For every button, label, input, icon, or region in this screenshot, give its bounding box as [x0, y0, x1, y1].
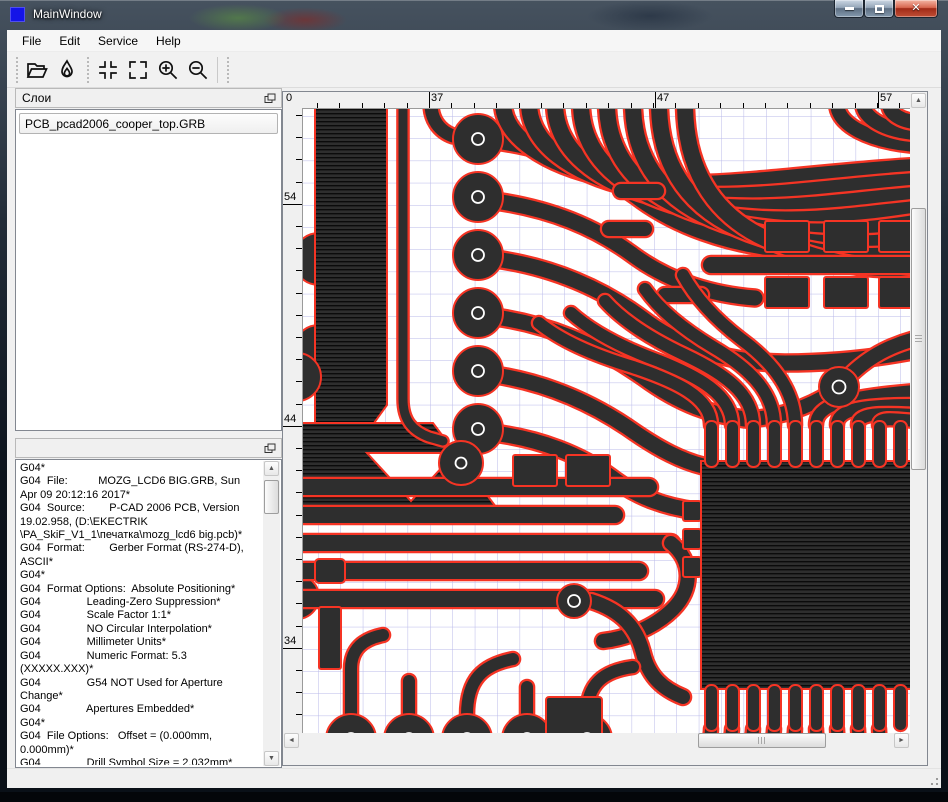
- scroll-up-arrow[interactable]: ▲: [264, 461, 279, 476]
- maximize-button[interactable]: [864, 0, 894, 18]
- status-bar: [7, 768, 941, 788]
- ruler-major-tick: [655, 92, 656, 108]
- scroll-down-arrow[interactable]: ▼: [264, 751, 279, 766]
- zoom-out-icon: [188, 60, 208, 79]
- ruler-label: 44: [284, 413, 297, 425]
- pcb-pad: [682, 556, 702, 578]
- layers-list[interactable]: PCB_pcad2006_cooper_top.GRB: [15, 109, 282, 431]
- close-icon: ✕: [911, 2, 921, 14]
- float-icon: [264, 443, 276, 453]
- maximize-icon: [874, 4, 884, 13]
- open-file-icon: [26, 62, 48, 78]
- menu-file[interactable]: File: [13, 31, 50, 51]
- pcb-pad: [318, 606, 342, 670]
- toolbar: [7, 52, 941, 88]
- scroll-left-arrow[interactable]: ◄: [284, 733, 299, 748]
- title-bar[interactable]: MainWindow ✕: [0, 0, 948, 30]
- pcb-pad: [452, 229, 504, 281]
- ruler-major-tick: [878, 92, 879, 108]
- pcb-pad: [682, 500, 702, 522]
- pcb-pour: [314, 109, 388, 442]
- scrollbar-thumb[interactable]: [264, 480, 279, 514]
- pcb-smd-pad: [878, 220, 910, 253]
- scroll-up-arrow[interactable]: ▲: [911, 93, 926, 108]
- zoom-out-button[interactable]: [183, 55, 213, 85]
- info-scrollbar[interactable]: ▲ ▼: [263, 461, 280, 766]
- horizontal-scrollbar[interactable]: ◄ ►: [283, 733, 910, 749]
- float-panel-button[interactable]: [263, 92, 277, 105]
- zoom-extents-icon: [129, 60, 147, 79]
- ruler-major-tick: [283, 204, 302, 205]
- pcb-smd-pad: [878, 276, 910, 309]
- ruler-label: 37: [431, 92, 444, 104]
- zoom-region-button[interactable]: [93, 55, 123, 85]
- gerber-viewport: 0 37 47 57 54 44 34 ▲ ◄ ►: [282, 91, 928, 766]
- pcb-smd-pad: [764, 220, 810, 253]
- close-button[interactable]: ✕: [894, 0, 938, 18]
- scroll-right-arrow[interactable]: ►: [894, 733, 909, 748]
- pcb-pad: [452, 171, 504, 223]
- ruler-left: 54 44 34: [283, 108, 302, 749]
- resize-grip[interactable]: [927, 774, 939, 786]
- ruler-major-tick: [283, 426, 302, 427]
- client-area: File Edit Service Help Слои PCB_pcad2006…: [7, 30, 941, 768]
- minimize-button[interactable]: [834, 0, 864, 18]
- pcb-smd-pad: [823, 276, 869, 309]
- ruler-label: 47: [657, 92, 670, 104]
- pcb-pad: [452, 113, 504, 165]
- pcb-pad: [314, 558, 346, 584]
- ruler-major-tick: [283, 648, 302, 649]
- ruler-label: 34: [284, 635, 297, 647]
- burn-button[interactable]: [52, 55, 82, 85]
- pcb-smd-pad: [512, 454, 558, 487]
- toolbar-drag-handle[interactable]: [14, 56, 19, 83]
- scrollbar-thumb[interactable]: [698, 733, 826, 748]
- open-file-button[interactable]: [22, 55, 52, 85]
- menu-edit[interactable]: Edit: [50, 31, 89, 51]
- pcb-smd-pad: [764, 276, 810, 309]
- main-window: MainWindow ✕ File Edit Service Help Слои…: [0, 0, 948, 792]
- layer-item[interactable]: PCB_pcad2006_cooper_top.GRB: [19, 113, 278, 134]
- info-panel-header: [15, 438, 282, 458]
- layers-panel-title: Слои: [22, 91, 52, 105]
- scrollbar-corner: [910, 733, 927, 749]
- pcb-smd-pad: [565, 454, 611, 487]
- zoom-region-icon: [99, 60, 117, 79]
- gerber-header-text[interactable]: G04* G04 File: MOZG_LCD6 BIG.GRB, Sun Ap…: [20, 462, 261, 765]
- scrollbar-thumb[interactable]: [911, 208, 926, 470]
- ruler-label: 57: [880, 92, 893, 104]
- pcb-pad: [682, 528, 702, 550]
- zoom-in-button[interactable]: [153, 55, 183, 85]
- pcb-via: [818, 366, 860, 408]
- gerber-info-panel: G04* G04 File: MOZG_LCD6 BIG.GRB, Sun Ap…: [15, 459, 282, 768]
- toolbar-drag-handle[interactable]: [225, 56, 230, 83]
- layers-panel-header: Слои: [15, 88, 282, 108]
- float-panel-button[interactable]: [263, 442, 277, 455]
- app-icon: [10, 7, 25, 22]
- ruler-top: 37 47 57: [302, 92, 910, 108]
- float-icon: [264, 93, 276, 103]
- menu-bar: File Edit Service Help: [7, 30, 941, 52]
- zoom-in-icon: [158, 60, 178, 79]
- window-title: MainWindow: [33, 7, 102, 21]
- menu-help[interactable]: Help: [147, 31, 190, 51]
- pcb-pad: [452, 287, 504, 339]
- menu-service[interactable]: Service: [89, 31, 147, 51]
- pcb-canvas[interactable]: [302, 108, 910, 749]
- toolbar-separator: [217, 56, 218, 83]
- ruler-major-tick: [429, 92, 430, 108]
- ruler-label: 54: [284, 191, 297, 203]
- burn-flame-icon: [61, 58, 73, 77]
- pcb-pad: [452, 345, 504, 397]
- toolbar-drag-handle[interactable]: [85, 56, 90, 83]
- ruler-corner-label: 0: [286, 92, 293, 104]
- pcb-gerber-view: [303, 109, 910, 749]
- pcb-ic-footprint: [700, 460, 910, 690]
- zoom-extents-button[interactable]: [123, 55, 153, 85]
- pcb-pad: [438, 440, 484, 486]
- pcb-via: [556, 583, 592, 619]
- minimize-icon: [844, 7, 854, 10]
- pcb-smd-pad: [823, 220, 869, 253]
- vertical-scrollbar[interactable]: ▲ ▼: [910, 92, 927, 749]
